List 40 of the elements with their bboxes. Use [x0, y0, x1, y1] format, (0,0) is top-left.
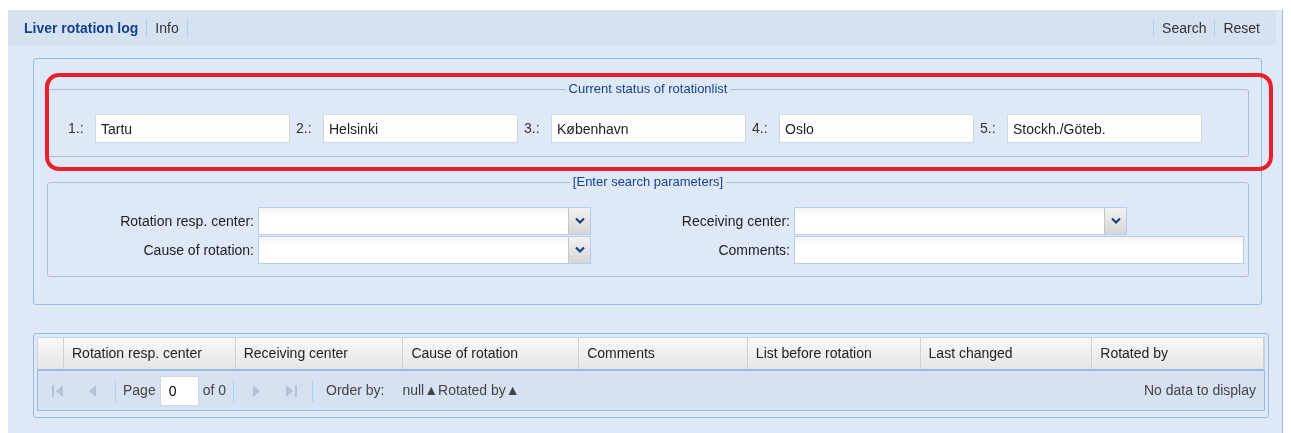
empty-message: No data to display [1143, 381, 1256, 400]
tab[interactable]: Liver rotation log [16, 18, 148, 37]
text-field[interactable]: København [551, 114, 746, 143]
dropdown-icon [573, 217, 586, 225]
field-label: 1.: [68, 119, 85, 138]
field-label: 5.: [980, 119, 997, 138]
text-field[interactable] [794, 236, 1244, 264]
toolbar-button[interactable]: Search [1153, 18, 1215, 37]
dropdown-icon [1109, 217, 1122, 225]
text-field[interactable]: Helsinki [323, 114, 518, 143]
toolbar-button[interactable]: Reset [1214, 18, 1268, 37]
field-label: Comments: [717, 240, 791, 260]
column-header[interactable]: List before rotation [747, 338, 921, 369]
field-label: Rotation resp. center: [119, 211, 255, 231]
field-label: 4.: [752, 119, 769, 138]
fieldset-legend: Current status of rotationlist [565, 82, 731, 96]
dropdown-button[interactable] [568, 208, 590, 234]
column-header[interactable]: Rotated by [1092, 338, 1264, 369]
dropdown-icon [573, 246, 586, 254]
column-header[interactable]: Comments [579, 338, 748, 369]
column-header[interactable]: Rotation resp. center [64, 338, 236, 369]
page-field[interactable]: 0 [159, 375, 199, 406]
order-label: Order by: [326, 381, 385, 400]
field-label: 2.: [296, 119, 313, 138]
dropdown-button[interactable] [1104, 208, 1126, 234]
field-label: 3.: [524, 119, 541, 138]
tab[interactable]: Info [147, 18, 188, 37]
text-field[interactable]: Tartu [95, 114, 290, 143]
fieldset-legend: [Enter search parameters] [569, 175, 727, 189]
dropdown-button[interactable] [568, 237, 590, 263]
text-field[interactable]: Stockh./Göteb. [1007, 114, 1202, 143]
field-label: Receiving center: [680, 211, 791, 231]
text-field[interactable]: Oslo [779, 114, 974, 143]
column-header[interactable]: Cause of rotation [403, 338, 580, 369]
column-header[interactable]: Receiving center [235, 338, 404, 369]
page-label: Page [123, 381, 156, 400]
field-label: Cause of rotation: [142, 240, 255, 260]
page-count: of 0 [202, 381, 227, 400]
order-value: null▲Rotated by▲ [402, 381, 520, 400]
column-header[interactable]: Last changed [920, 338, 1093, 369]
